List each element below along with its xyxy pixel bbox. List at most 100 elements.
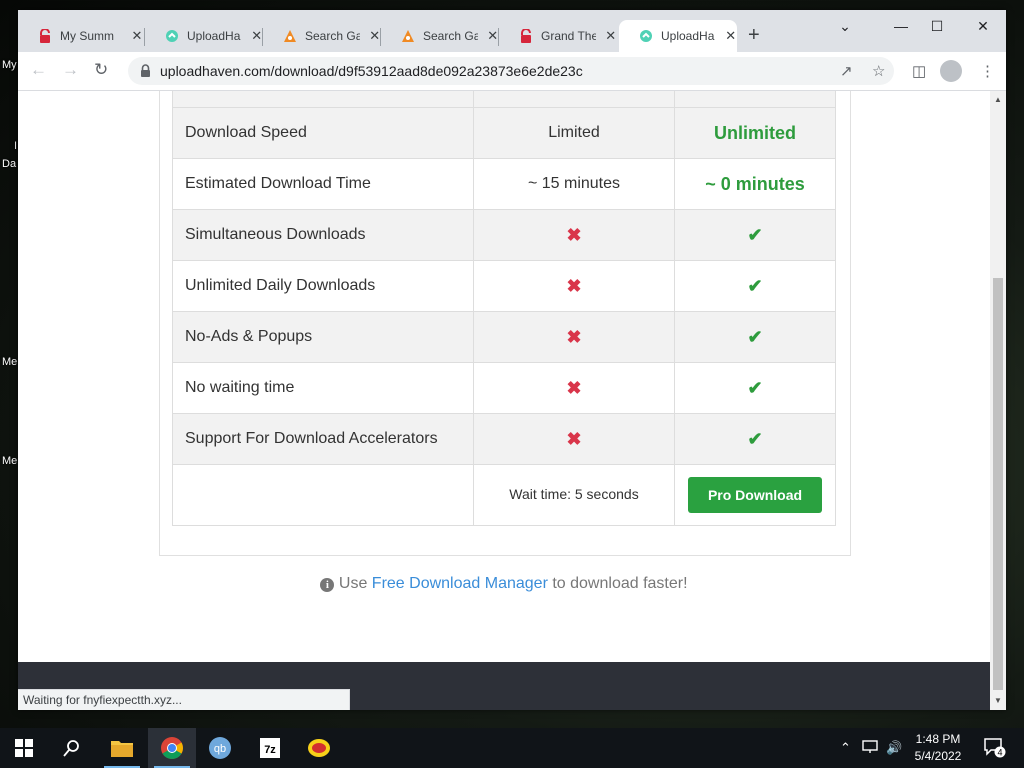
share-icon[interactable]: ↗	[840, 62, 853, 80]
close-window-icon[interactable]: ✕	[968, 18, 998, 38]
table-row: Estimated Download Time ~ 15 minutes ~ 0…	[172, 158, 836, 210]
reload-icon[interactable]: ↻	[94, 60, 108, 80]
table-row	[172, 91, 836, 108]
notification-count: 4	[997, 748, 1002, 758]
chevron-up-icon[interactable]: ⌃	[840, 740, 851, 756]
profile-avatar-icon[interactable]	[940, 60, 962, 82]
checkmark-icon: ✔	[747, 275, 763, 296]
url-text[interactable]: uploadhaven.com/download/d9f53912aad8de0…	[160, 63, 583, 79]
app-icon[interactable]	[295, 728, 343, 768]
info-icon: i	[320, 578, 335, 592]
desktop-icon-label[interactable]: I	[14, 140, 17, 152]
new-tab-icon[interactable]: +	[748, 24, 760, 47]
table-row: Unlimited Daily Downloads ✖ ✔	[172, 260, 836, 312]
browser-toolbar: ← → ↻ uploadhaven.com/download/d9f53912a…	[18, 52, 1006, 91]
desktop-icon-label[interactable]: My	[2, 59, 17, 71]
checkmark-icon: ✔	[747, 428, 763, 449]
free-value: ~ 15 minutes	[473, 158, 675, 210]
network-icon[interactable]	[862, 740, 878, 757]
search-game-icon	[401, 29, 415, 43]
desktop-icon-label[interactable]: Me	[2, 356, 17, 368]
feature-label: No-Ads & Popups	[172, 311, 474, 363]
cross-icon: ✖	[566, 275, 582, 296]
minimize-icon[interactable]: —	[886, 18, 916, 38]
pdf-icon	[38, 28, 52, 43]
tab-search-chevron-icon[interactable]: ⌄	[830, 18, 860, 38]
clock-date: 5/4/2022	[914, 749, 962, 763]
tab-title: Search Ga	[423, 29, 479, 43]
tab-title: Search Ga	[305, 29, 361, 43]
table-row: Wait time: 5 seconds Pro Download	[172, 464, 836, 526]
bookmark-star-icon[interactable]: ☆	[872, 62, 885, 80]
tab-active[interactable]: UploadHa ✕	[619, 20, 737, 52]
tab[interactable]: Search Ga ✕	[381, 20, 499, 52]
tab[interactable]: My Summ ✕	[18, 20, 145, 52]
comparison-table: Download Speed Limited Unlimited Estimat…	[172, 91, 836, 526]
tab[interactable]: UploadHa ✕	[145, 20, 263, 52]
cross-icon: ✖	[566, 224, 582, 245]
feature-label: No waiting time	[172, 362, 474, 414]
checkmark-icon: ✔	[747, 377, 763, 398]
maximize-icon[interactable]: ☐	[922, 18, 952, 38]
side-panel-icon[interactable]: ◫	[912, 62, 926, 80]
checkmark-icon: ✔	[747, 224, 763, 245]
taskbar: qb 7z ⌃ 🔊 1:48 PM 5/4/2022 4	[0, 728, 1024, 768]
windows-start-icon[interactable]	[0, 728, 48, 768]
tab[interactable]: Search Ga ✕	[263, 20, 381, 52]
feature-label: Simultaneous Downloads	[172, 209, 474, 261]
svg-text:qb: qb	[214, 743, 226, 755]
close-icon[interactable]: ✕	[724, 28, 737, 44]
scroll-up-icon[interactable]: ▲	[994, 95, 1002, 104]
tab-strip: My Summ ✕ UploadHa ✕ Search Ga ✕ Search …	[18, 10, 1006, 52]
feature-label: Estimated Download Time	[172, 158, 474, 210]
pro-value: Unlimited	[674, 107, 836, 159]
pro-download-button[interactable]: Pro Download	[687, 477, 823, 513]
forward-icon[interactable]: →	[62, 60, 79, 80]
scroll-thumb[interactable]	[993, 278, 1003, 690]
uploadhaven-icon	[639, 29, 653, 43]
scrollbar[interactable]: ▲ ▼	[990, 91, 1006, 710]
tab-title: UploadHa	[661, 29, 715, 43]
browser-window: My Summ ✕ UploadHa ✕ Search Ga ✕ Search …	[18, 10, 1006, 710]
status-bar: Waiting for fnyfiexpectth.xyz...	[18, 689, 350, 710]
notifications-icon[interactable]: 4	[984, 738, 1006, 763]
table-row: No waiting time ✖ ✔	[172, 362, 836, 414]
volume-icon[interactable]: 🔊	[886, 740, 902, 756]
pro-value: ~ 0 minutes	[674, 158, 836, 210]
clock[interactable]: 1:48 PM 5/4/2022	[908, 731, 968, 765]
free-download-manager-link[interactable]: Free Download Manager	[372, 575, 548, 592]
cross-icon: ✖	[566, 428, 582, 449]
table-row: Simultaneous Downloads ✖ ✔	[172, 209, 836, 261]
tab[interactable]: Grand The ✕	[499, 20, 617, 52]
tab-title: Grand The	[541, 29, 597, 43]
desktop-icon-label[interactable]: Da	[2, 158, 16, 170]
table-row: No-Ads & Popups ✖ ✔	[172, 311, 836, 363]
tab-title: My Summ	[60, 29, 114, 43]
free-value: Limited	[473, 107, 675, 159]
back-icon[interactable]: ←	[30, 60, 47, 80]
search-game-icon	[283, 29, 297, 43]
qbittorrent-icon[interactable]: qb	[196, 728, 244, 768]
close-icon[interactable]: ✕	[130, 28, 144, 44]
7zip-icon[interactable]: 7z	[246, 728, 294, 768]
desktop-icon-label[interactable]: Me	[2, 455, 17, 467]
cross-icon: ✖	[566, 377, 582, 398]
download-tip: i Use Free Download Manager to download …	[18, 575, 990, 593]
wait-time-text: Wait time: 5 seconds	[509, 486, 639, 502]
menu-icon[interactable]: ⋮	[980, 62, 995, 80]
scroll-down-icon[interactable]: ▼	[994, 696, 1002, 705]
clock-time: 1:48 PM	[915, 732, 961, 746]
tip-prefix: Use	[338, 575, 368, 592]
search-icon[interactable]	[48, 728, 96, 768]
chrome-icon[interactable]	[148, 728, 196, 768]
table-row: Download Speed Limited Unlimited	[172, 107, 836, 159]
feature-label: Download Speed	[172, 107, 474, 159]
lock-icon[interactable]	[140, 64, 151, 82]
pdf-icon	[519, 28, 533, 43]
file-explorer-icon[interactable]	[98, 728, 146, 768]
checkmark-icon: ✔	[747, 326, 763, 347]
feature-label: Support For Download Accelerators	[172, 413, 474, 465]
close-icon[interactable]: ✕	[604, 28, 617, 44]
address-bar[interactable]: uploadhaven.com/download/d9f53912aad8de0…	[128, 57, 894, 85]
tab-title: UploadHa	[187, 29, 241, 43]
